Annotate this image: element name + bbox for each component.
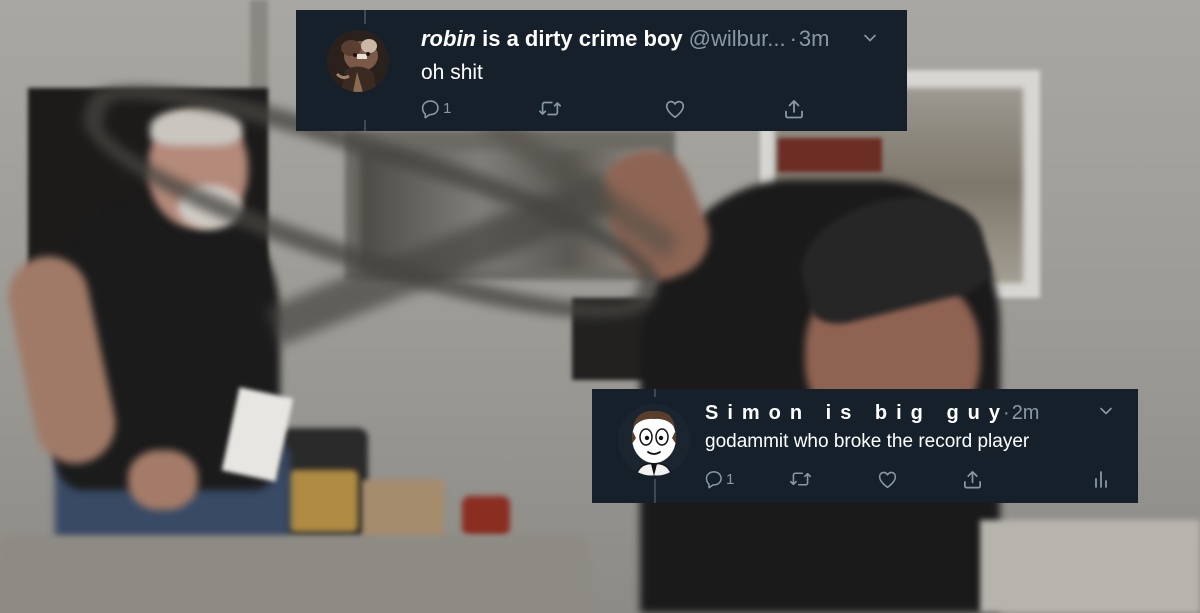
share-icon bbox=[785, 100, 803, 119]
display-name[interactable]: robin is a dirty crime boy bbox=[421, 26, 683, 52]
tweet-header: robin is a dirty crime boy @wilbur... · … bbox=[421, 26, 829, 52]
retweet-button[interactable] bbox=[789, 469, 812, 489]
red-sign bbox=[778, 138, 882, 172]
thread-line bbox=[654, 389, 656, 397]
separator-dot: · bbox=[789, 26, 797, 51]
timestamp[interactable]: 2m bbox=[1012, 402, 1040, 425]
reply-icon bbox=[705, 471, 722, 489]
separator-dot: · bbox=[1003, 402, 1010, 424]
like-icon bbox=[878, 471, 897, 489]
thread-line bbox=[364, 10, 366, 24]
display-name-italic: robin bbox=[421, 26, 476, 51]
reply-icon bbox=[421, 100, 439, 119]
table-top bbox=[0, 535, 590, 613]
avatar-illustration bbox=[618, 404, 690, 476]
retweet-icon bbox=[789, 472, 812, 486]
analytics-icon bbox=[1095, 471, 1107, 488]
share-button[interactable] bbox=[962, 469, 983, 490]
tweet-text: godammit who broke the record player bbox=[705, 431, 1030, 452]
timestamp[interactable]: 3m bbox=[799, 26, 830, 52]
counter bbox=[980, 520, 1200, 613]
like-button[interactable] bbox=[877, 469, 898, 489]
retweet-button[interactable] bbox=[538, 98, 562, 119]
retweet-icon bbox=[539, 101, 561, 116]
trash-bin-logo bbox=[288, 470, 358, 532]
thread-line bbox=[364, 120, 366, 131]
share-icon bbox=[964, 471, 981, 489]
reply-button[interactable]: 1 bbox=[420, 98, 451, 119]
reply-count: 1 bbox=[443, 100, 452, 117]
reply-button[interactable]: 1 bbox=[704, 469, 734, 489]
analytics-button[interactable] bbox=[1092, 469, 1110, 489]
display-name-rest: is a dirty crime boy bbox=[476, 26, 683, 51]
chevron-down-icon[interactable] bbox=[1098, 403, 1114, 424]
reply-count: 1 bbox=[726, 470, 735, 488]
red-jar bbox=[462, 496, 510, 536]
tweet-header: Simon is big guy · 2m bbox=[705, 402, 1039, 425]
share-button[interactable] bbox=[783, 98, 805, 120]
chevron-down-icon[interactable] bbox=[862, 30, 878, 51]
like-icon bbox=[665, 100, 685, 119]
user-handle[interactable]: @wilbur... bbox=[689, 26, 786, 52]
thread-line bbox=[654, 479, 656, 503]
avatar-illustration bbox=[327, 30, 389, 92]
tweet-text: oh shit bbox=[421, 61, 483, 84]
tweet-card[interactable]: Simon is big guy · 2m godammit who broke… bbox=[592, 389, 1138, 503]
cardboard-box bbox=[362, 480, 444, 540]
display-name[interactable]: Simon is big guy bbox=[705, 402, 1009, 425]
avatar[interactable] bbox=[618, 404, 690, 476]
avatar[interactable] bbox=[327, 30, 389, 92]
like-button[interactable] bbox=[664, 98, 686, 119]
left-man-hand bbox=[128, 450, 198, 510]
tweet-card[interactable]: robin is a dirty crime boy @wilbur... · … bbox=[296, 10, 907, 131]
